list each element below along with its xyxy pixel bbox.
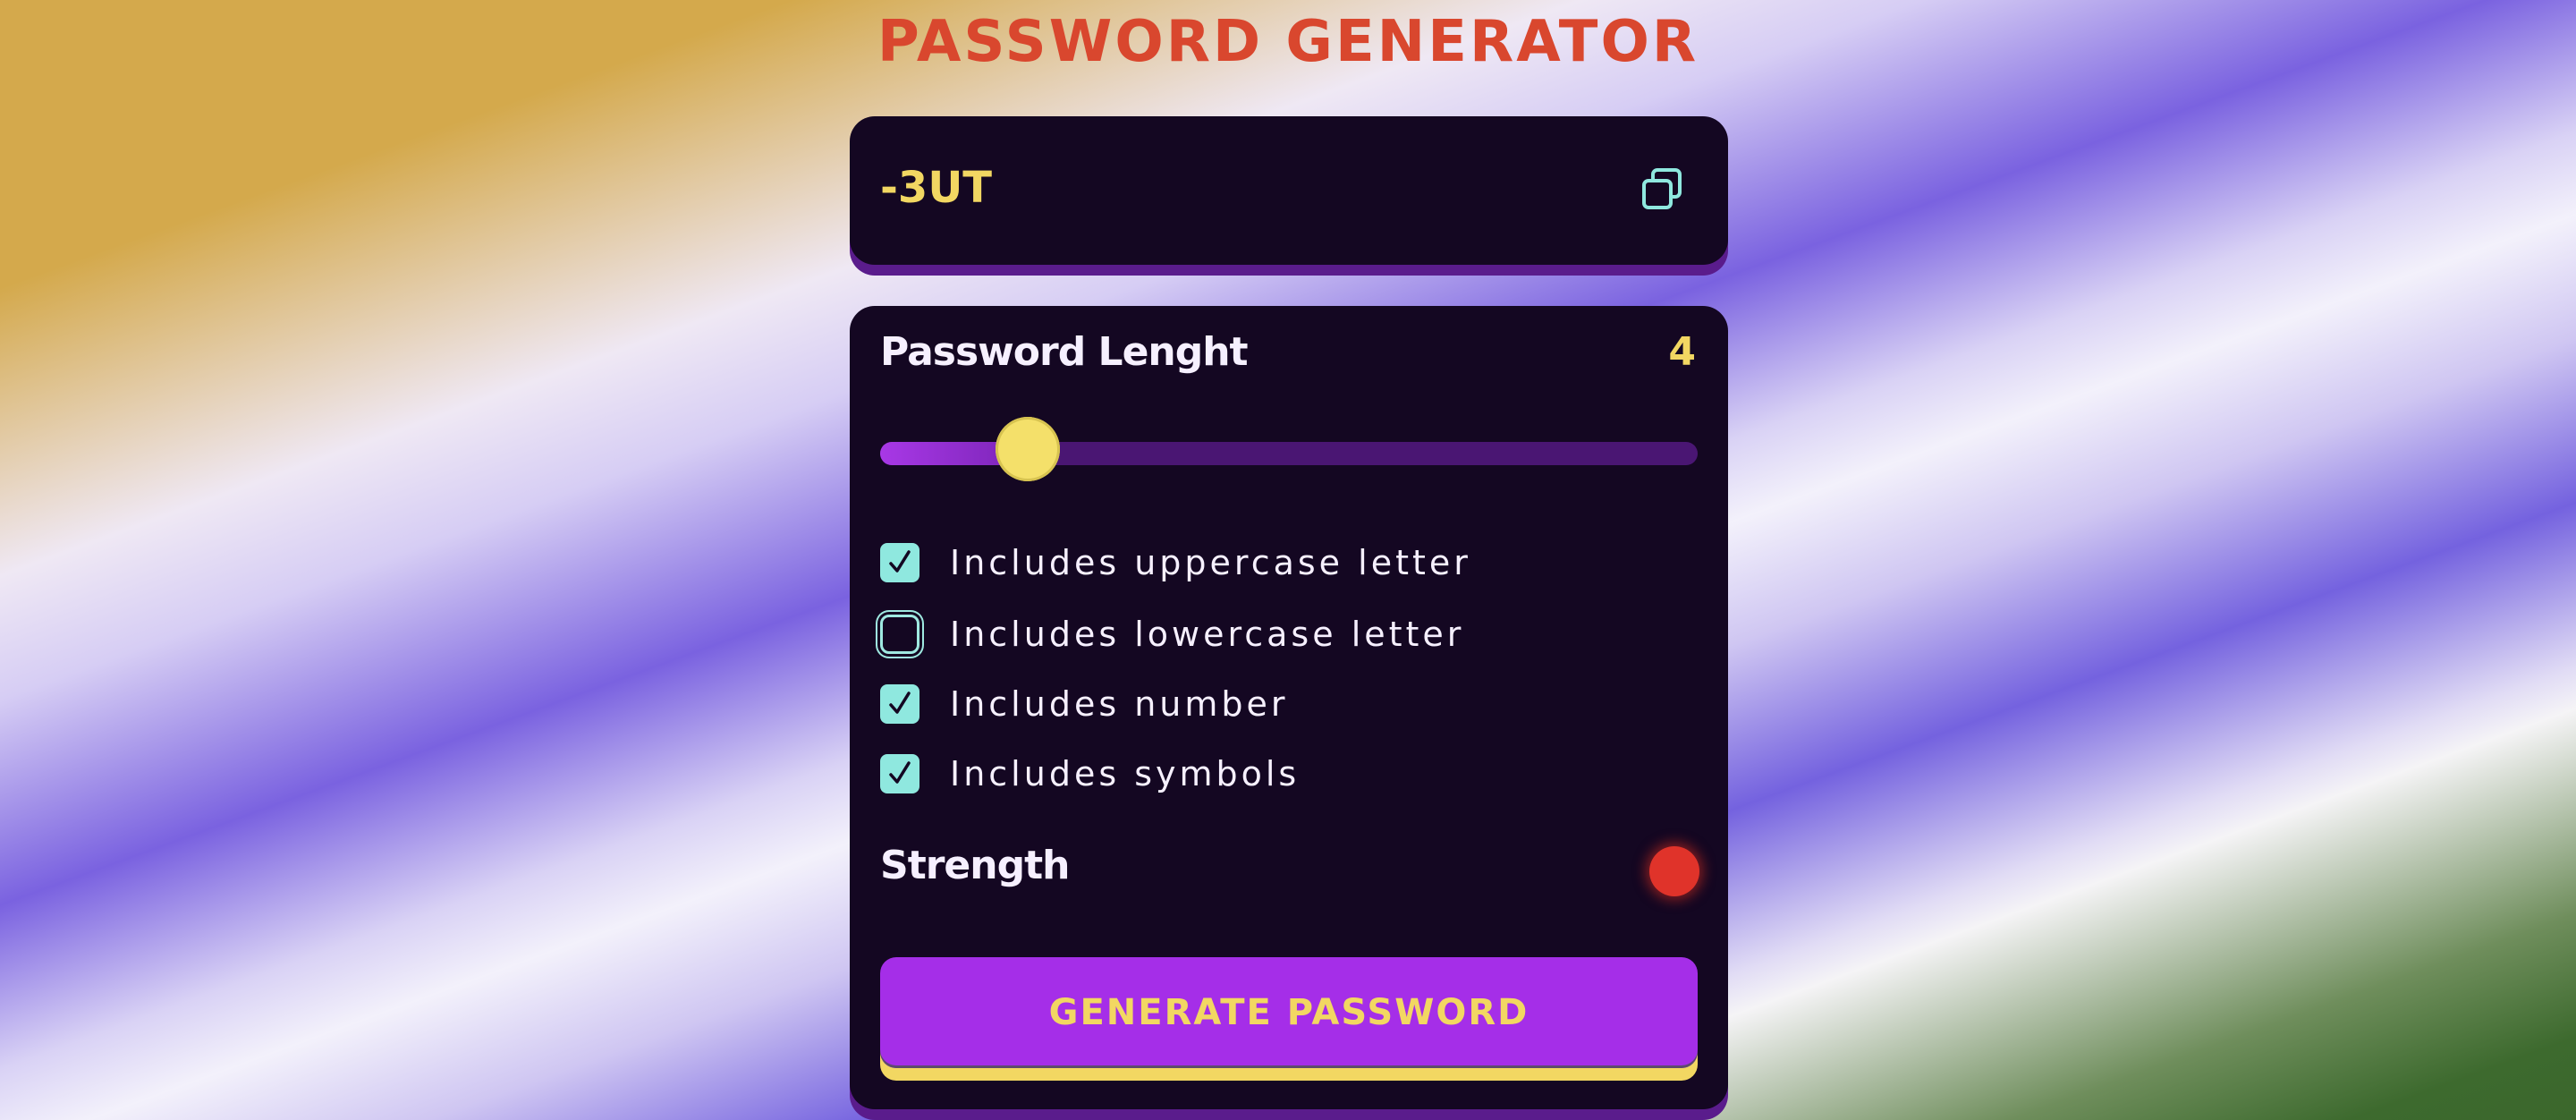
option-number[interactable]: Includes number bbox=[880, 682, 1289, 726]
length-label: Password Lenght bbox=[880, 329, 1249, 375]
length-slider-thumb[interactable] bbox=[995, 417, 1060, 481]
number-checkbox[interactable] bbox=[880, 684, 919, 724]
copy-icon bbox=[1642, 168, 1682, 209]
settings-panel: Password Lenght 4 Includes uppercase let… bbox=[850, 306, 1728, 1109]
lowercase-checkbox[interactable] bbox=[880, 615, 919, 654]
generate-password-button[interactable]: GENERATE PASSWORD bbox=[880, 957, 1698, 1068]
password-output: -3UT bbox=[880, 163, 993, 213]
copy-button[interactable] bbox=[1639, 165, 1689, 215]
option-lowercase[interactable]: Includes lowercase letter bbox=[880, 612, 1464, 657]
option-label: Includes uppercase letter bbox=[950, 543, 1471, 582]
page-title: PASSWORD GENERATOR bbox=[877, 9, 1699, 75]
length-value: 4 bbox=[1668, 329, 1696, 375]
password-display: -3UT bbox=[850, 116, 1728, 265]
symbols-checkbox[interactable] bbox=[880, 754, 919, 793]
check-icon bbox=[889, 692, 911, 714]
option-symbols[interactable]: Includes symbols bbox=[880, 751, 1300, 796]
option-label: Includes lowercase letter bbox=[950, 615, 1465, 654]
option-label: Includes number bbox=[950, 684, 1289, 724]
option-label: Includes symbols bbox=[950, 754, 1301, 793]
strength-indicator bbox=[1649, 846, 1699, 896]
check-icon bbox=[889, 550, 911, 573]
uppercase-checkbox[interactable] bbox=[880, 543, 919, 582]
strength-label: Strength bbox=[880, 843, 1070, 888]
check-icon bbox=[889, 761, 911, 784]
option-uppercase[interactable]: Includes uppercase letter bbox=[880, 540, 1471, 585]
